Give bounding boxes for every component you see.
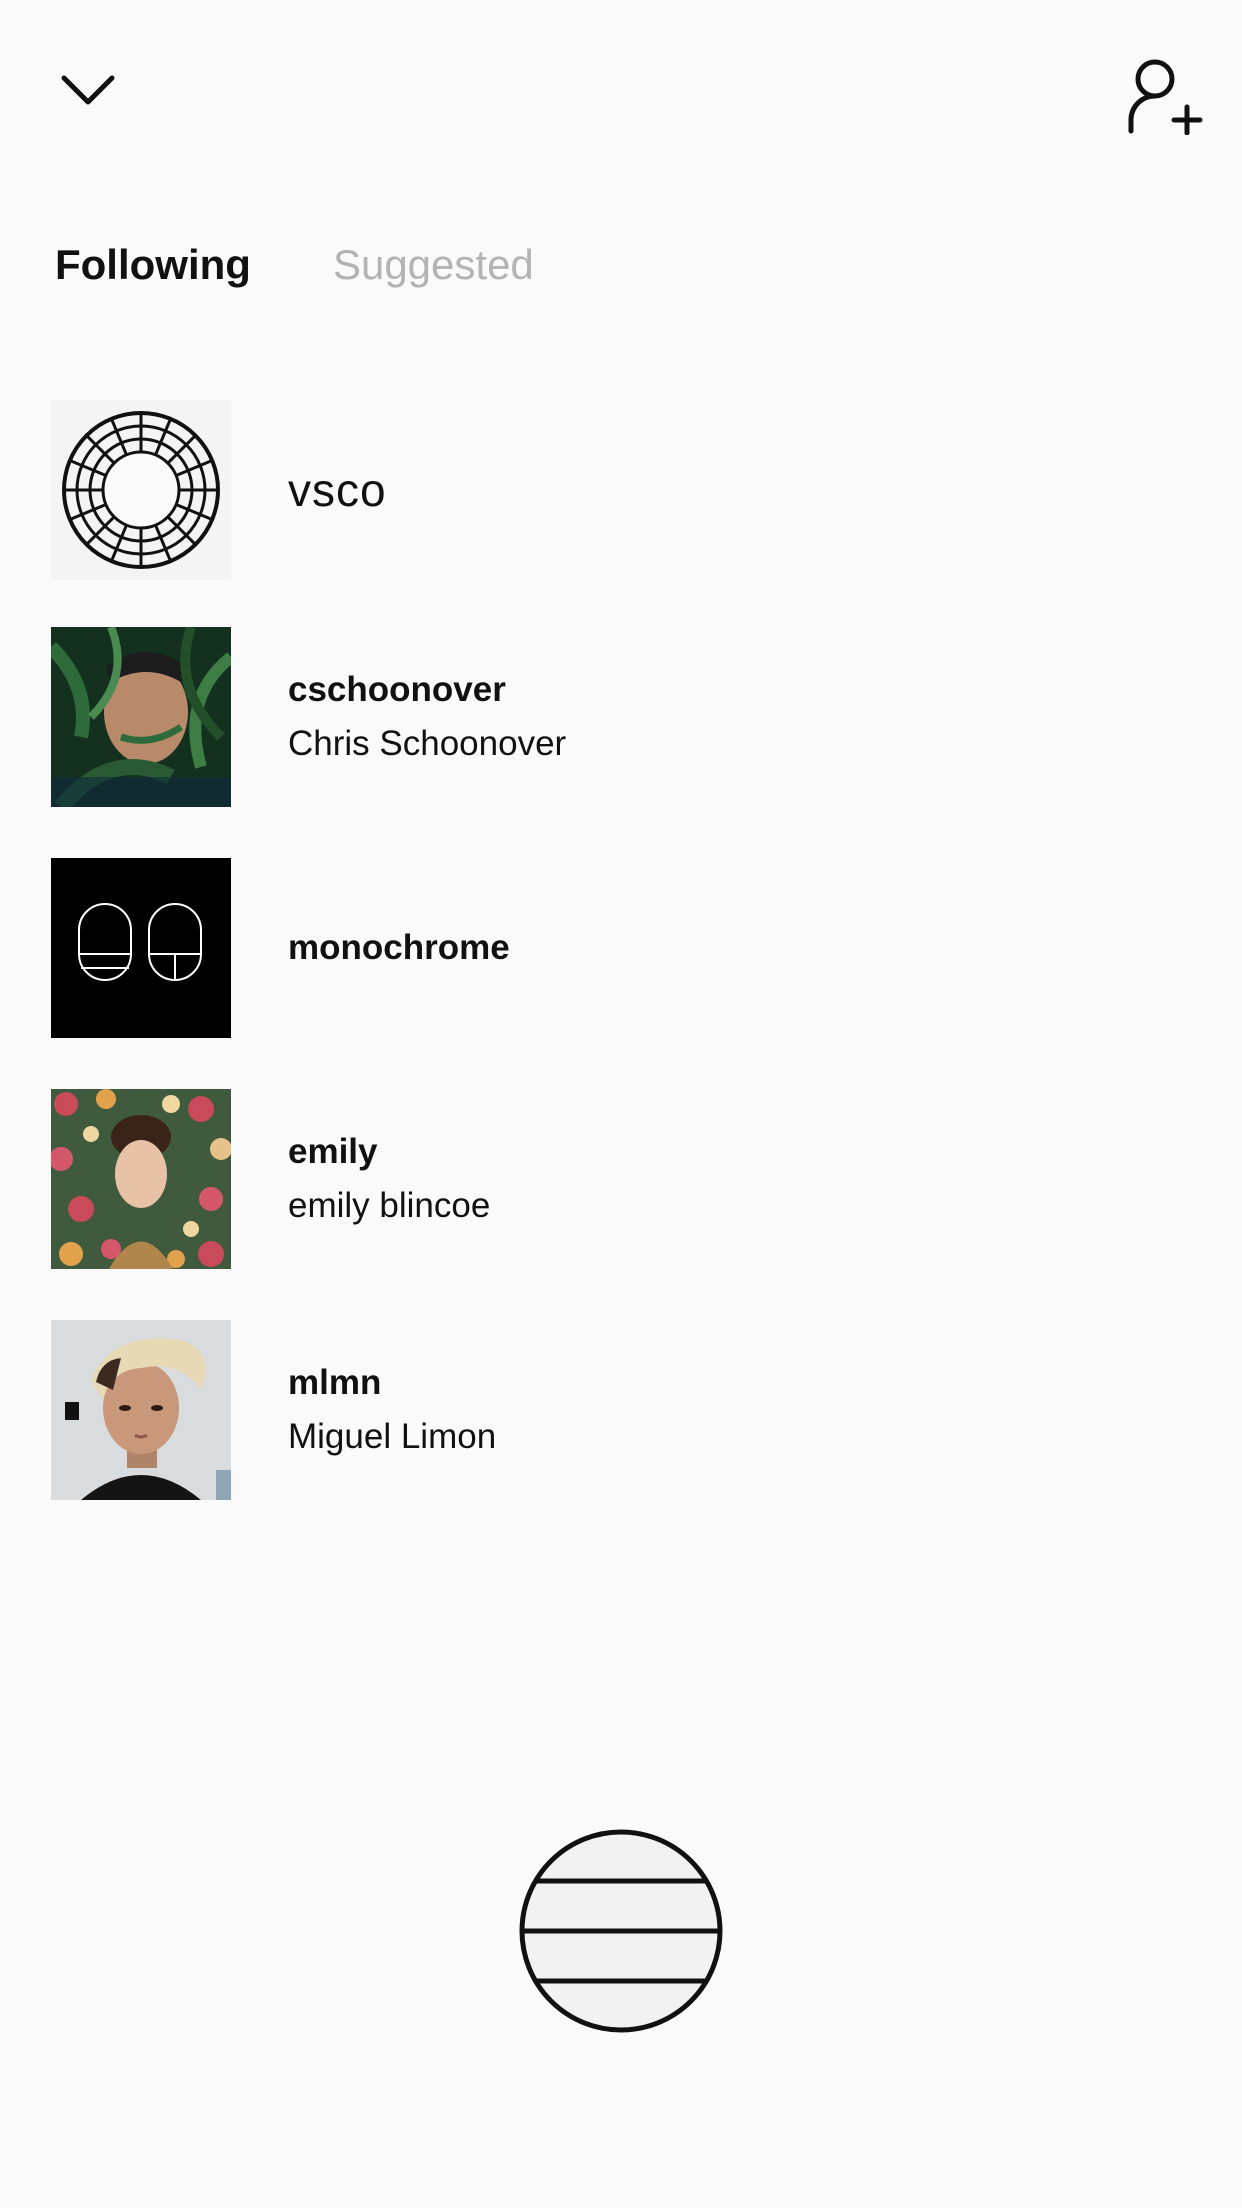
back-button[interactable] (40, 45, 136, 135)
username: vsco (288, 464, 387, 516)
tab-bar: Following Suggested (55, 230, 534, 300)
list-item-cschoonover[interactable]: cschoonover Chris Schoonover (0, 627, 1242, 807)
avatar (51, 1320, 231, 1500)
add-friend-button[interactable] (1110, 40, 1220, 150)
name-block: vsco (288, 400, 387, 580)
menu-circle-icon (519, 1829, 723, 2033)
full-name: emily blincoe (288, 1186, 491, 1225)
avatar (51, 1089, 231, 1269)
name-block: emily emily blincoe (288, 1089, 490, 1269)
list-item-monochrome[interactable]: monochrome (0, 858, 1242, 1038)
name-block: monochrome (288, 858, 510, 1038)
add-person-icon (1128, 59, 1203, 135)
photo-man-portrait-image (51, 1320, 231, 1500)
top-bar (0, 0, 1242, 180)
chevron-down-icon (61, 75, 115, 105)
vsco-logo-icon (62, 411, 220, 569)
avatar (51, 627, 231, 807)
username: mlmn (288, 1363, 382, 1402)
photo-man-leaves-image (51, 627, 231, 807)
avatar (51, 858, 231, 1038)
full-name: Chris Schoonover (288, 724, 567, 763)
menu-fab-button[interactable] (518, 1828, 724, 2034)
name-block: cschoonover Chris Schoonover (288, 627, 566, 807)
full-name: Miguel Limon (288, 1417, 497, 1456)
username: emily (288, 1132, 378, 1171)
photo-woman-flowers-image (51, 1089, 231, 1269)
list-item-mlmn[interactable]: mlmn Miguel Limon (0, 1320, 1242, 1500)
tab-suggested[interactable]: Suggested (333, 230, 534, 300)
username: cschoonover (288, 670, 506, 709)
username: monochrome (288, 928, 510, 967)
monochrome-logo-icon (51, 858, 231, 1038)
list-item-vsco[interactable]: vsco (0, 400, 1242, 580)
list-item-emily[interactable]: emily emily blincoe (0, 1089, 1242, 1269)
tab-following[interactable]: Following (55, 230, 251, 300)
avatar (51, 400, 231, 580)
name-block: mlmn Miguel Limon (288, 1320, 496, 1500)
